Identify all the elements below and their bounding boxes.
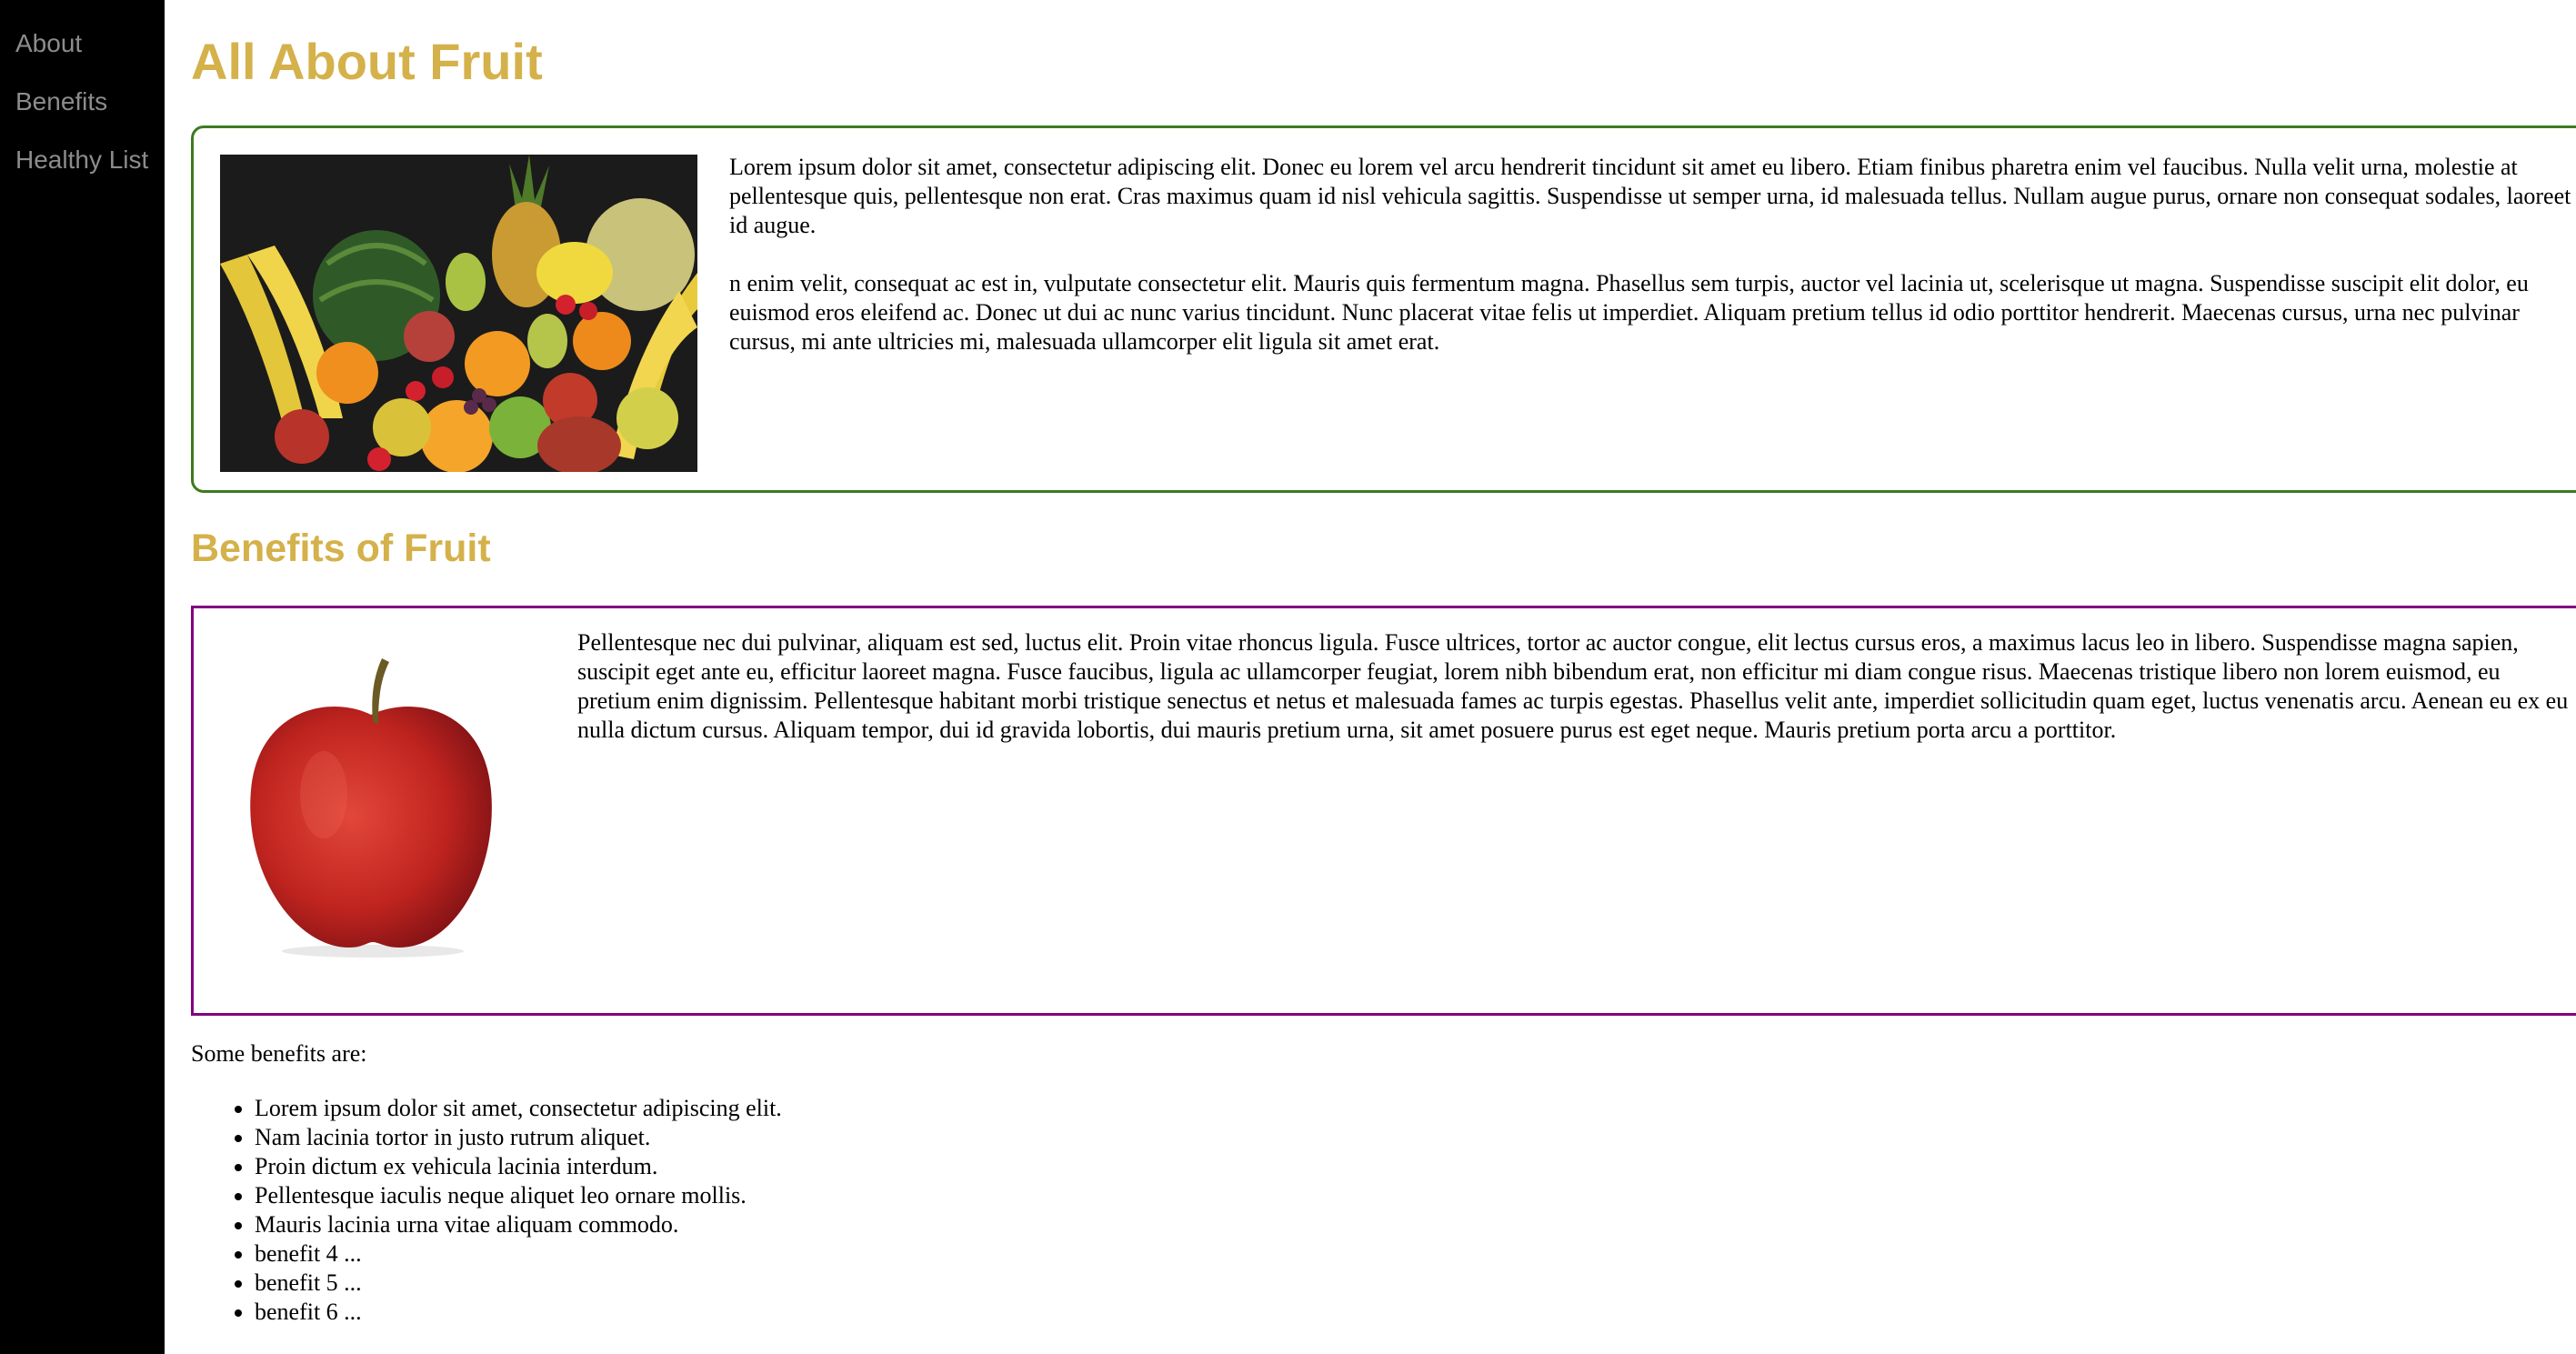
list-item: Mauris lacinia urna vitae aliquam commod… [255,1210,782,1239]
list-item: benefit 6 ... [255,1298,782,1327]
fruit-assortment-image [220,155,697,472]
list-item: Pellentesque iaculis neque aliquet leo o… [255,1181,782,1210]
page-title: All About Fruit [191,33,543,90]
list-item: benefit 4 ... [255,1239,782,1269]
main-content: All About Fruit Lorem ipsum dolor sit am… [191,0,2576,1354]
benefits-heading: Benefits of Fruit [191,527,491,570]
list-item: Proin dictum ex vehicula lacinia interdu… [255,1152,782,1181]
benefits-list: Lorem ipsum dolor sit amet, consectetur … [191,1094,782,1327]
about-paragraph-1: Lorem ipsum dolor sit amet, consectetur … [729,154,2571,238]
sidebar-nav: About Benefits Healthy List [0,0,165,1354]
nav-link-benefits[interactable]: Benefits [15,85,107,118]
list-item: benefit 5 ... [255,1269,782,1298]
list-item: Lorem ipsum dolor sit amet, consectetur … [255,1094,782,1123]
list-item: Nam lacinia tortor in justo rutrum aliqu… [255,1123,782,1152]
red-apple-image [240,658,502,958]
benefits-paragraph: Pellentesque nec dui pulvinar, aliquam e… [577,629,2569,743]
about-paragraph-2: n enim velit, consequat ac est in, vulpu… [729,270,2529,355]
nav-link-about[interactable]: About [15,27,82,60]
benefits-intro: Some benefits are: [191,1040,367,1067]
benefits-section: Pellentesque nec dui pulvinar, aliquam e… [191,606,2576,1016]
nav-link-healthy-list[interactable]: Healthy List [15,144,148,176]
about-section: Lorem ipsum dolor sit amet, consectetur … [191,125,2576,493]
